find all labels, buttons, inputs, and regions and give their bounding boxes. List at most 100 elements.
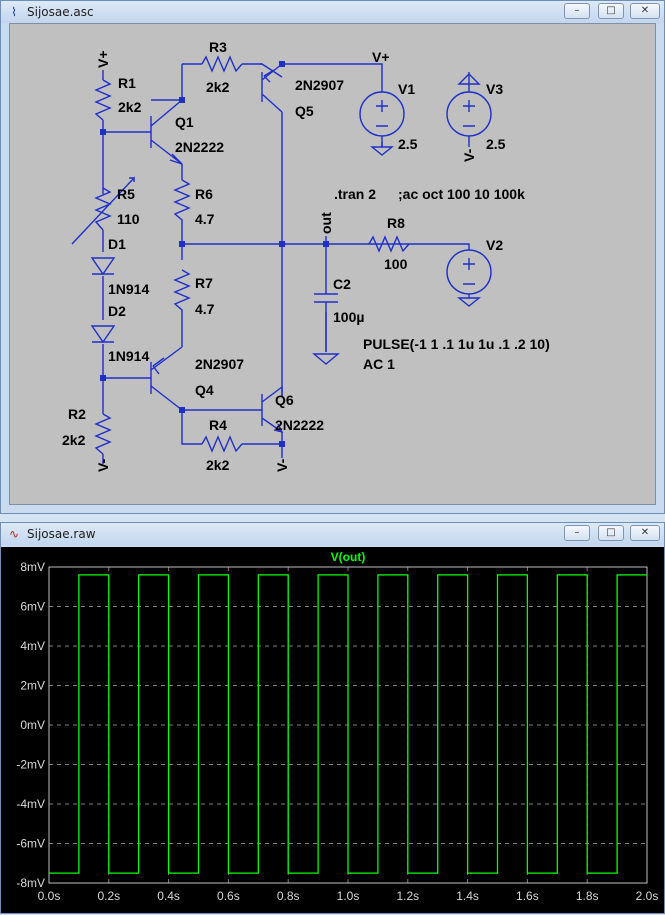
label-r3-value: 2k2 [206,79,230,95]
label-c2-name: C2 [333,276,351,292]
waveform-plot-area[interactable]: V(out) 0.0s 0.2s 0.4s 0.6s 0.8s 1.0s 1.2s 1.4s 1… [1,547,664,913]
ground-flags [102,454,283,464]
label-q4-name: Q4 [195,382,214,398]
y-tick-label: -6mV [16,837,45,851]
x-tick-label: 0.4s [157,889,180,903]
minimize-button[interactable]: – [564,525,590,541]
x-tick-label: 0.0s [38,889,61,903]
label-r8-value: 100 [384,256,408,272]
x-tick-label: 2.0s [636,889,659,903]
label-r3-name: R3 [209,39,227,55]
y-tick-label: 8mV [20,560,45,574]
schematic-window: ⌇ Sijosae.asc – □ ✕ V+ R1 2k2 R3 2k2 2N2… [0,0,665,514]
x-tick-label: 1.4s [456,889,479,903]
label-v3-name: V3 [486,81,503,97]
label-q5-model: 2N2907 [295,77,344,93]
diode-d1-symbol[interactable] [90,257,116,276]
close-button[interactable]: ✕ [630,3,660,19]
label-r2-value: 2k2 [62,432,86,448]
x-tick-label: 0.2s [97,889,120,903]
resistor-r1-symbol[interactable] [94,79,112,121]
x-tick-label: 0.6s [217,889,240,903]
y-tick-label: -4mV [16,797,45,811]
label-d2-name: D2 [108,303,126,319]
resistor-r4-symbol[interactable] [201,435,243,453]
schematic-window-title: Sijosae.asc [27,5,94,19]
x-tick-label: 1.0s [337,889,360,903]
ac-directive[interactable]: ;ac oct 100 10 100k [398,186,525,202]
waveform-window: ∿ Sijosae.raw – □ ✕ V(out) 0.0s 0.2s 0.4s 0… [0,522,665,914]
label-v3-net: V- [461,148,477,162]
label-q6-model: 2N2222 [275,417,324,433]
label-q6-name: Q6 [275,392,294,408]
waveform-titlebar[interactable]: ∿ Sijosae.raw – □ ✕ [1,523,664,545]
label-r4-name: R4 [209,417,227,433]
tran-directive[interactable]: .tran 2 [334,186,376,202]
label-r8-name: R8 [387,215,405,231]
label-r2-name: R2 [68,406,86,422]
label-v1-net: V+ [372,49,390,65]
label-r6-value: 4.7 [195,211,215,227]
label-d1-model: 1N914 [108,281,149,297]
label-r2-net: V- [95,458,111,472]
label-q6-net: V- [274,458,290,472]
schematic-titlebar[interactable]: ⌇ Sijosae.asc – □ ✕ [1,1,664,23]
label-r5-name: R5 [117,186,135,202]
label-c2-value: 100µ [333,309,364,325]
voltage-source-v2-symbol[interactable] [446,249,492,307]
y-tick-label: 0mV [20,718,45,732]
y-tick-label: -8mV [16,876,45,890]
label-q1-name: Q1 [175,114,194,130]
label-r1-value: 2k2 [118,99,142,115]
voltage-source-v3-symbol[interactable] [446,73,492,147]
maximize-button[interactable]: □ [598,525,624,541]
x-tick-label: 1.6s [516,889,539,903]
resistor-r7-symbol[interactable] [173,269,191,320]
x-tick-label: 1.8s [576,889,599,903]
ac-spec[interactable]: AC 1 [363,356,395,372]
transistor-q5-symbol[interactable] [260,63,283,113]
resistor-r6-symbol[interactable] [173,179,191,230]
x-tick-label: 0.8s [277,889,300,903]
schematic-drawing[interactable]: V+ R1 2k2 R3 2k2 2N2907 Q5 V+ V1 2.5 V3 … [10,24,657,507]
waveform-file-icon: ∿ [8,527,20,541]
label-r7-name: R7 [195,275,213,291]
label-q1-model: 2N2222 [175,139,224,155]
label-r6-name: R6 [195,186,213,202]
y-tick-label: 6mV [20,600,45,614]
series-vout-line[interactable] [49,574,647,874]
schematic-file-icon: ⌇ [11,5,17,19]
waveform-chart[interactable]: V(out) 0.0s 0.2s 0.4s 0.6s 0.8s 1.0s 1.2s 1.4s 1… [1,547,665,915]
label-vplus-left: V+ [95,50,111,68]
trace-label-vout[interactable]: V(out) [331,550,366,564]
resistor-r3-symbol[interactable] [201,55,243,73]
label-v1-value: 2.5 [398,136,418,152]
label-q5-name: Q5 [295,103,314,119]
label-r4-value: 2k2 [206,457,230,473]
waveform-window-title: Sijosae.raw [27,527,96,541]
label-out-net: out [318,212,334,234]
transistor-q4-symbol[interactable] [150,346,183,411]
label-r1-name: R1 [118,75,136,91]
label-d1-name: D1 [108,236,126,252]
capacitor-c2-symbol[interactable] [312,293,340,365]
y-tick-label: 2mV [20,679,45,693]
schematic-canvas[interactable]: V+ R1 2k2 R3 2k2 2N2907 Q5 V+ V1 2.5 V3 … [9,23,656,505]
close-button[interactable]: ✕ [630,525,660,541]
label-q4-model: 2N2907 [195,356,244,372]
resistor-r2-symbol[interactable] [94,413,112,455]
label-r7-value: 4.7 [195,301,215,317]
label-v1-name: V1 [398,81,415,97]
label-v3-value: 2.5 [486,136,506,152]
label-r5-value: 110 [117,211,140,227]
y-tick-label: 4mV [20,639,45,653]
label-v2-name: V2 [486,237,503,253]
y-tick-label: -2mV [16,758,45,772]
pulse-spec[interactable]: PULSE(-1 1 .1 1u 1u .1 .2 10) [363,336,550,352]
diode-d2-symbol[interactable] [90,325,116,344]
x-tick-label: 1.2s [396,889,419,903]
chart-tick-labels: 0.0s 0.2s 0.4s 0.6s 0.8s 1.0s 1.2s 1.4s 1.6s 1.8s… [16,560,658,903]
minimize-button[interactable]: – [564,3,590,19]
maximize-button[interactable]: □ [598,3,624,19]
label-d2-model: 1N914 [108,348,149,364]
